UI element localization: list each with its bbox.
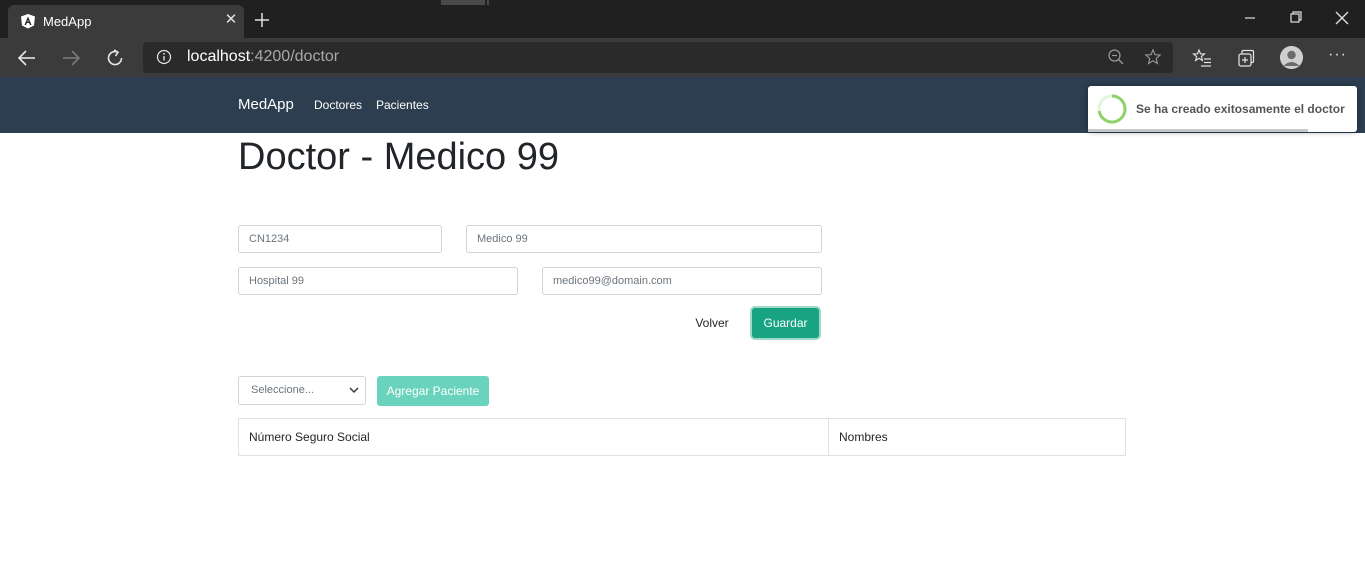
tab-title: MedApp — [43, 14, 92, 29]
volver-button[interactable]: Volver — [684, 310, 740, 336]
profile-avatar-icon[interactable] — [1280, 46, 1303, 69]
zoom-out-icon[interactable] — [1107, 48, 1125, 66]
toast-progress-bar — [1088, 129, 1308, 132]
nav-link-doctores[interactable]: Doctores — [314, 98, 362, 112]
favorite-star-icon[interactable] — [1144, 48, 1162, 66]
tab-strip-indicator — [487, 0, 489, 5]
site-info-icon[interactable] — [156, 49, 172, 65]
collections-icon[interactable] — [1236, 48, 1256, 68]
browser-address-bar: localhost:4200/doctor ··· — [0, 38, 1365, 77]
column-header-names: Nombres — [839, 430, 888, 444]
patient-select[interactable]: Seleccione... — [238, 376, 366, 405]
column-header-ssn: Número Seguro Social — [249, 430, 370, 444]
forward-arrow-icon[interactable] — [59, 46, 83, 70]
close-window-icon[interactable] — [1332, 9, 1352, 27]
patient-select-value: Seleccione... — [251, 384, 314, 396]
nav-link-pacientes[interactable]: Pacientes — [376, 98, 429, 112]
url-host: localhost — [187, 48, 251, 65]
url-text: localhost:4200/doctor — [187, 48, 339, 66]
browser-tab[interactable]: MedApp ✕ — [8, 5, 244, 38]
minimize-window-icon[interactable] — [1240, 9, 1260, 27]
restore-window-icon[interactable] — [1286, 9, 1306, 27]
tab-close-icon[interactable]: ✕ — [222, 10, 240, 30]
guardar-button[interactable]: Guardar — [752, 308, 819, 338]
new-tab-plus-icon[interactable] — [251, 9, 273, 31]
success-toast[interactable]: Se ha creado exitosamente el doctor — [1088, 86, 1357, 132]
url-path: :4200/doctor — [250, 48, 340, 65]
hospital-field[interactable]: Hospital 99 — [238, 267, 518, 295]
loading-spinner-icon — [1097, 94, 1127, 124]
more-menu-icon[interactable]: ··· — [1328, 46, 1347, 64]
email-field[interactable]: medico99@domain.com — [542, 267, 822, 295]
angular-favicon-icon — [21, 14, 35, 29]
refresh-icon[interactable] — [103, 46, 127, 70]
back-arrow-icon[interactable] — [15, 46, 39, 70]
browser-tab-bar: MedApp ✕ — [0, 0, 1365, 38]
url-field[interactable]: localhost:4200/doctor — [143, 42, 1173, 73]
chevron-down-icon — [349, 387, 359, 394]
code-field[interactable]: CN1234 — [238, 225, 442, 253]
add-patient-button[interactable]: Agregar Paciente — [377, 376, 489, 406]
brand-link[interactable]: MedApp — [238, 96, 294, 113]
favorites-list-icon[interactable] — [1192, 48, 1212, 68]
person-icon — [1280, 46, 1303, 69]
toast-message: Se ha creado exitosamente el doctor — [1136, 102, 1345, 116]
page-title: Doctor - Medico 99 — [238, 136, 560, 178]
name-field[interactable]: Medico 99 — [466, 225, 822, 253]
tab-strip-indicator — [441, 0, 485, 5]
patients-table: Número Seguro Social Nombres — [238, 418, 1126, 456]
